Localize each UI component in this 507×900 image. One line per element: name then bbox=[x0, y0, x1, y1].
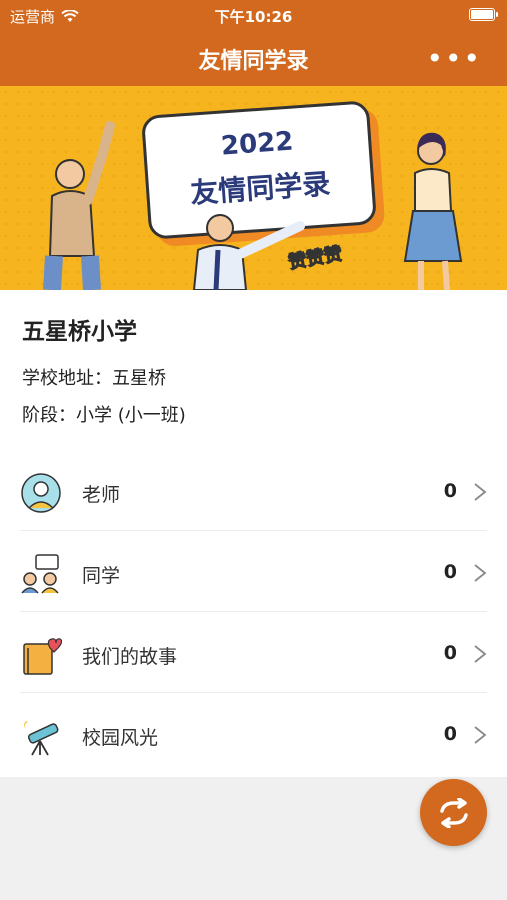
chevron-right-icon bbox=[474, 564, 487, 582]
banner-image: 2022 友情同学录 赞赞赞 bbox=[0, 86, 507, 290]
menu-item-count: 0 bbox=[443, 642, 457, 664]
menu-item-label: 同学 bbox=[82, 565, 121, 587]
shouting-girl-illustration bbox=[403, 132, 463, 290]
status-bar: 运营商 下午10:26 bbox=[0, 0, 507, 30]
menu-item-count: 0 bbox=[443, 561, 457, 583]
status-time: 下午10:26 bbox=[214, 8, 293, 26]
more-dots-icon[interactable]: ••• bbox=[426, 42, 482, 75]
classmates-icon bbox=[21, 554, 59, 594]
school-address: 学校地址：五星桥 bbox=[22, 368, 166, 389]
menu-item-count: 0 bbox=[443, 723, 457, 745]
nav-bar: 友情同学录 ••• bbox=[0, 30, 507, 86]
refresh-icon bbox=[439, 797, 468, 828]
chevron-right-icon bbox=[474, 483, 487, 501]
school-name: 五星桥小学 bbox=[22, 319, 137, 345]
teacher-icon bbox=[21, 473, 61, 513]
menu-item-classmates[interactable]: 同学 0 bbox=[0, 531, 507, 612]
menu-item-label: 校园风光 bbox=[82, 727, 159, 749]
menu-item-count: 0 bbox=[443, 480, 457, 502]
banner-year: 2022 bbox=[220, 126, 295, 162]
story-book-icon bbox=[23, 638, 62, 675]
battery-icon bbox=[469, 8, 498, 21]
menu-item-label: 我们的故事 bbox=[82, 646, 178, 668]
telescope-icon bbox=[24, 721, 59, 756]
menu-item-story[interactable]: 我们的故事 0 bbox=[0, 612, 507, 693]
menu-item-campus[interactable]: 校园风光 0 bbox=[0, 693, 507, 774]
menu-item-teacher[interactable]: 老师 0 bbox=[0, 450, 507, 531]
chevron-right-icon bbox=[474, 645, 487, 663]
menu-list: 老师 0 同学 0 我们的故事 0 校园风光 0 bbox=[0, 450, 507, 777]
chevron-right-icon bbox=[474, 726, 487, 744]
menu-item-label: 老师 bbox=[82, 484, 121, 506]
school-stage: 阶段：小学 (小一班) bbox=[22, 405, 186, 426]
cheering-man-illustration bbox=[43, 121, 115, 290]
refresh-button[interactable] bbox=[420, 779, 487, 846]
school-info-card: 五星桥小学 学校地址：五星桥 阶段：小学 (小一班) bbox=[0, 290, 507, 450]
